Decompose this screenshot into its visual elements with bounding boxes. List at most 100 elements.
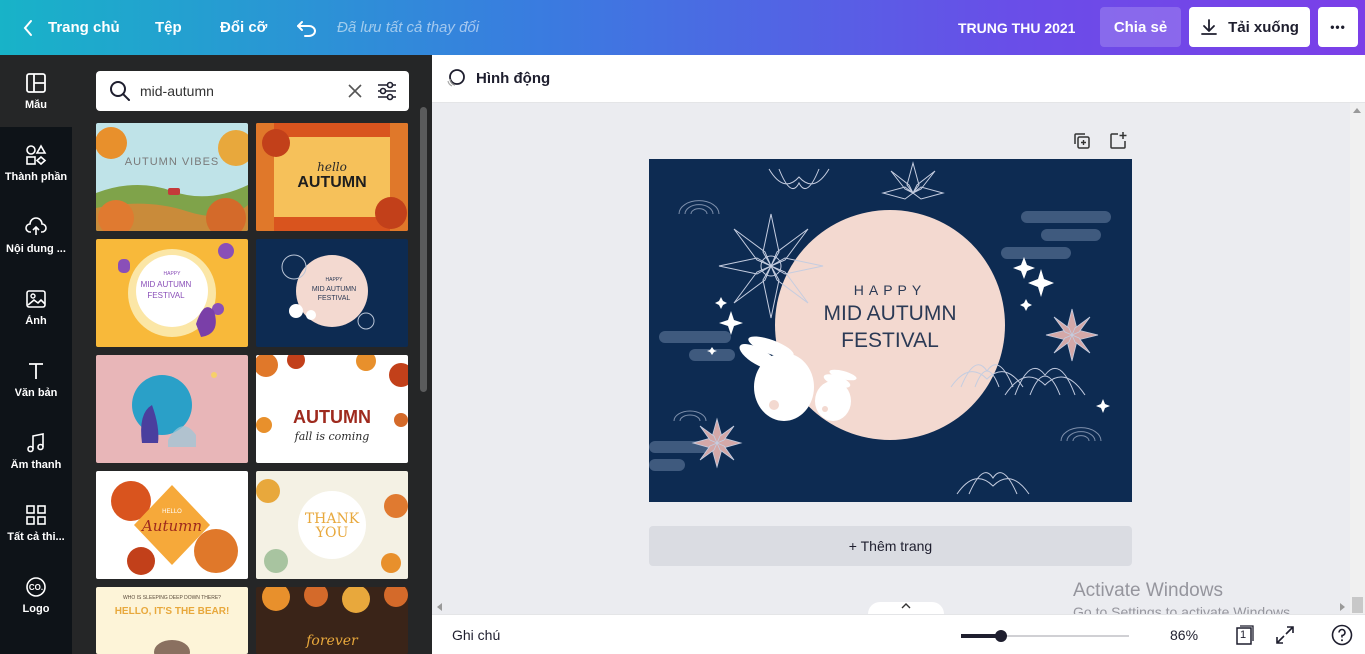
panel-scrollbar[interactable] bbox=[420, 107, 427, 392]
thumb-subtitle: HAPPY bbox=[164, 271, 182, 277]
rail-item-logo[interactable]: CO. Logo bbox=[0, 559, 72, 631]
rail-label: Tất cả thi... bbox=[7, 530, 65, 543]
thumb-title: MID AUTUMN bbox=[312, 286, 356, 293]
undo-icon bbox=[297, 20, 316, 37]
template-thumbnail[interactable]: hello AUTUMN bbox=[256, 123, 408, 231]
thumb-subtitle: fall is coming bbox=[294, 430, 370, 443]
download-button[interactable]: Tải xuống bbox=[1189, 7, 1310, 47]
template-thumbnail[interactable]: AUTUMN VIBES bbox=[96, 123, 248, 231]
side-nav-rail: Mẫu Thành phần Nội dung ... Ảnh Văn bản … bbox=[0, 55, 72, 654]
watermark-title: Activate Windows bbox=[1073, 580, 1223, 601]
resize-button[interactable]: Đổi cỡ bbox=[220, 0, 267, 55]
template-thumbnail[interactable]: AUTUMN fall is coming bbox=[256, 355, 408, 463]
download-label: Tải xuống bbox=[1228, 18, 1299, 36]
rail-label: Logo bbox=[22, 602, 50, 615]
template-thumbnail[interactable]: HAPPY MID AUTUMN FESTIVAL bbox=[96, 239, 248, 347]
page-count-button[interactable]: 1 bbox=[1234, 625, 1254, 645]
design-page[interactable]: HAPPY MID AUTUMN FESTIVAL bbox=[649, 159, 1132, 502]
template-thumbnail[interactable] bbox=[96, 355, 248, 463]
zoom-slider[interactable] bbox=[961, 630, 1129, 642]
rail-item-elements[interactable]: Thành phần bbox=[0, 127, 72, 199]
thumb-title: forever bbox=[305, 633, 359, 649]
project-title[interactable]: TRUNG THU 2021 bbox=[958, 0, 1075, 55]
rail-item-audio[interactable]: Âm thanh bbox=[0, 415, 72, 487]
template-thumbnail[interactable]: THANK YOU bbox=[256, 471, 408, 579]
add-page-icon[interactable] bbox=[1108, 131, 1128, 151]
thumb-title: Autumn bbox=[140, 517, 202, 535]
cloud-upload-icon bbox=[25, 216, 47, 235]
canvas-area: HAPPY MID AUTUMN FESTIVAL + Thêm trang bbox=[432, 103, 1365, 600]
template-thumbnail[interactable]: HELLO Autumn bbox=[96, 471, 248, 579]
more-options-button[interactable]: ••• bbox=[1318, 7, 1358, 47]
design-happy-text[interactable]: HAPPY bbox=[790, 282, 990, 298]
thumb-title: MID AUTUMN bbox=[141, 280, 192, 289]
animate-button[interactable]: Hình động bbox=[446, 68, 550, 88]
scroll-left-icon[interactable] bbox=[436, 603, 444, 611]
thumb-title: YOU bbox=[315, 525, 349, 541]
editor-toolbar: Hình động bbox=[432, 55, 1365, 103]
animate-label: Hình động bbox=[476, 69, 551, 87]
page-count: 1 bbox=[1240, 629, 1247, 641]
rail-item-all-apps[interactable]: Tất cả thi... bbox=[0, 487, 72, 559]
chevron-up-icon bbox=[901, 603, 911, 609]
templates-panel: AUTUMN VIBES hello AUTUMN bbox=[72, 55, 432, 654]
apps-icon bbox=[26, 504, 46, 525]
music-icon bbox=[27, 432, 44, 452]
home-button[interactable]: Trang chủ bbox=[22, 0, 120, 55]
scroll-thumb[interactable] bbox=[1352, 597, 1363, 613]
rail-label: Thành phần bbox=[4, 170, 68, 183]
rail-label: Mẫu bbox=[25, 98, 47, 111]
thumb-title: FESTIVAL bbox=[147, 291, 185, 300]
thumb-subtitle: hello bbox=[317, 160, 347, 174]
template-thumbnail[interactable]: forever bbox=[256, 587, 408, 654]
saved-status: Đã lưu tất cả thay đổi bbox=[337, 19, 480, 36]
vertical-scrollbar[interactable] bbox=[1350, 103, 1365, 614]
rail-item-photos[interactable]: Ảnh bbox=[0, 271, 72, 343]
file-menu-button[interactable]: Tệp bbox=[155, 0, 182, 55]
search-input[interactable] bbox=[140, 79, 340, 103]
rail-label: Nội dung ... bbox=[6, 242, 66, 255]
undo-button[interactable] bbox=[296, 0, 318, 55]
add-page-button[interactable]: + Thêm trang bbox=[649, 526, 1132, 566]
zoom-value[interactable]: 86% bbox=[1170, 627, 1198, 643]
rail-label: Ảnh bbox=[25, 314, 47, 327]
thumb-subtitle: HAPPY bbox=[326, 277, 344, 283]
rail-label: Văn bản bbox=[14, 386, 58, 399]
duplicate-page-icon[interactable] bbox=[1072, 131, 1092, 151]
text-icon bbox=[29, 362, 43, 379]
design-title-line1[interactable]: MID AUTUMN bbox=[790, 302, 990, 326]
rail-item-templates[interactable]: Mẫu bbox=[0, 55, 72, 127]
thumb-title: HELLO, IT'S THE BEAR! bbox=[115, 606, 230, 617]
layout-icon bbox=[26, 72, 46, 93]
design-title-line2[interactable]: FESTIVAL bbox=[790, 329, 990, 353]
template-thumbnail[interactable]: HAPPY MID AUTUMN FESTIVAL bbox=[256, 239, 408, 347]
home-label: Trang chủ bbox=[48, 19, 120, 36]
filter-icon[interactable] bbox=[376, 80, 398, 102]
rail-label: Âm thanh bbox=[10, 458, 62, 471]
thumb-title: AUTUMN bbox=[293, 407, 371, 427]
help-icon[interactable] bbox=[1331, 624, 1353, 646]
scroll-right-icon[interactable] bbox=[1338, 603, 1346, 611]
search-box bbox=[96, 71, 409, 111]
scroll-up-icon[interactable] bbox=[1353, 107, 1361, 115]
logo-icon: CO. bbox=[26, 576, 46, 597]
rail-item-text[interactable]: Văn bản bbox=[0, 343, 72, 415]
rail-item-uploads[interactable]: Nội dung ... bbox=[0, 199, 72, 271]
top-bar: Trang chủ Tệp Đổi cỡ Đã lưu tất cả thay … bbox=[0, 0, 1365, 55]
thumb-title: FESTIVAL bbox=[318, 295, 351, 302]
download-icon bbox=[1201, 19, 1217, 35]
image-icon bbox=[26, 289, 46, 308]
fullscreen-icon[interactable] bbox=[1275, 625, 1295, 645]
search-icon bbox=[110, 81, 130, 101]
template-thumbnail[interactable]: WHO IS SLEEPING DEEP DOWN THERE? HELLO, … bbox=[96, 587, 248, 654]
shapes-icon bbox=[26, 143, 47, 165]
share-button[interactable]: Chia sẻ bbox=[1100, 7, 1181, 47]
thumb-title: AUTUMN bbox=[297, 174, 366, 191]
thumb-title: AUTUMN VIBES bbox=[125, 156, 220, 168]
thumb-subtitle: HELLO bbox=[162, 509, 182, 515]
zoom-slider-handle[interactable] bbox=[995, 630, 1007, 642]
thumb-subtitle: WHO IS SLEEPING DEEP DOWN THERE? bbox=[123, 595, 221, 601]
canva-editor: Trang chủ Tệp Đổi cỡ Đã lưu tất cả thay … bbox=[0, 0, 1365, 654]
notes-button[interactable]: Ghi chú bbox=[452, 627, 500, 643]
clear-search-icon[interactable] bbox=[347, 83, 363, 99]
